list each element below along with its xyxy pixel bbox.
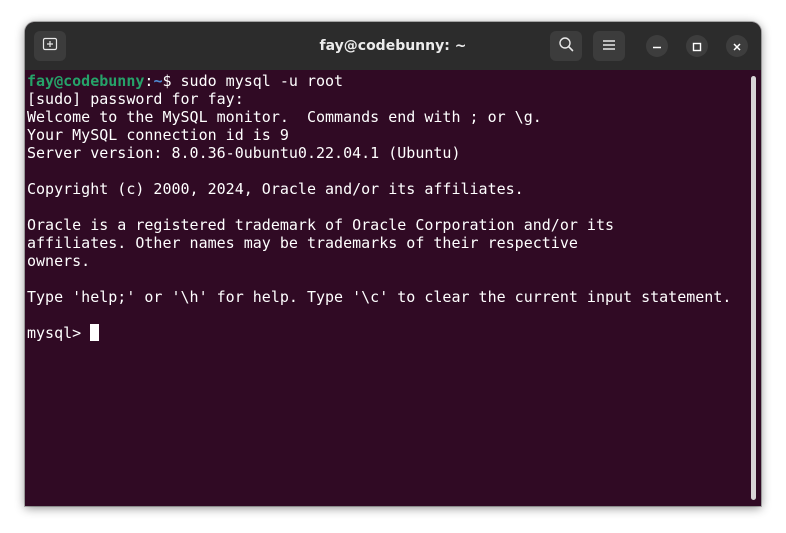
terminal-area[interactable]: fay@codebunny:~$ sudo mysql -u root [sudo… [25,70,761,506]
output-line: owners. [27,252,91,270]
prompt-user-host: fay@codebunny [27,72,145,90]
prompt-symbol: $ [162,72,172,90]
output-line: [sudo] password for fay: [27,90,244,108]
terminal-output[interactable]: fay@codebunny:~$ sudo mysql -u root [sudo… [27,72,731,342]
minimize-button[interactable] [646,35,668,57]
mysql-prompt: mysql> [27,324,91,342]
output-line: Welcome to the MySQL monitor. Commands e… [27,108,542,126]
output-line: affiliates. Other names may be trademark… [27,234,578,252]
minimize-icon [652,37,662,56]
hamburger-menu-icon [602,37,616,56]
output-line: Oracle is a registered trademark of Orac… [27,216,614,234]
search-button[interactable] [550,31,582,61]
output-line: Server version: 8.0.36-0ubuntu0.22.04.1 … [27,144,461,162]
search-icon [558,36,574,56]
new-tab-icon [42,36,58,56]
scrollbar[interactable] [751,76,756,500]
new-tab-button[interactable] [34,31,66,61]
mysql-prompt-line[interactable]: mysql> [27,324,731,342]
close-button[interactable] [726,35,748,57]
close-icon [732,37,742,56]
command-line: fay@codebunny:~$ sudo mysql -u root [27,72,731,90]
maximize-button[interactable] [686,35,708,57]
output-line: Type 'help;' or '\h' for help. Type '\c'… [27,288,732,306]
maximize-icon [692,37,702,56]
output-line: Your MySQL connection id is 9 [27,126,289,144]
text-cursor [90,324,100,341]
menu-button[interactable] [593,31,625,61]
titlebar[interactable]: fay@codebunny: ~ [25,22,761,70]
terminal-window: fay@codebunny: ~ fay@codebunny:~$ sudo m… [25,22,761,506]
command-text: sudo mysql -u root [171,72,344,90]
output-line: Copyright (c) 2000, 2024, Oracle and/or … [27,180,524,198]
